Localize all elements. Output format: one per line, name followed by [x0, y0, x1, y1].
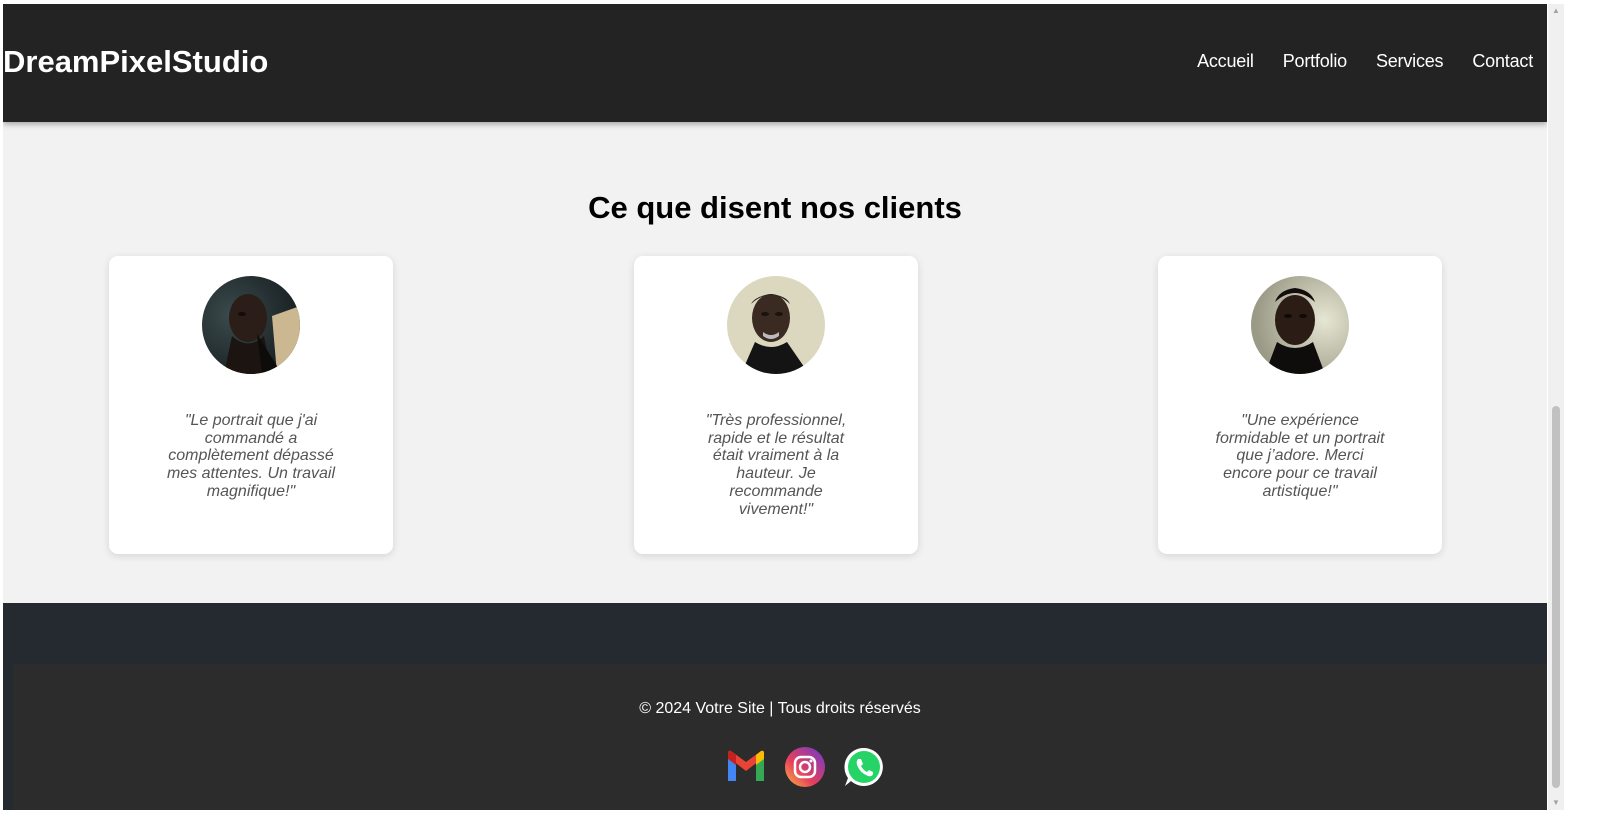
testimonial-quote: "Une expérience formidable et un portrai…: [1215, 412, 1385, 500]
client-avatar: [1251, 276, 1349, 374]
instagram-icon[interactable]: [785, 747, 825, 787]
main-nav: Accueil Portfolio Services Contact: [1197, 50, 1533, 72]
gmail-icon[interactable]: [726, 747, 766, 787]
site-logo[interactable]: DreamPixelStudio: [3, 44, 268, 80]
site-header: DreamPixelStudio Accueil Portfolio Servi…: [3, 4, 1547, 122]
nav-link-services[interactable]: Services: [1376, 50, 1444, 72]
testimonial-quote: "Le portrait que j'ai commandé a complèt…: [166, 412, 336, 500]
nav-link-accueil[interactable]: Accueil: [1197, 50, 1254, 72]
client-avatar: [727, 276, 825, 374]
whatsapp-icon[interactable]: [844, 747, 884, 787]
testimonial-card: "Très professionnel, rapide et le résult…: [634, 256, 918, 554]
page-viewport: DreamPixelStudio Accueil Portfolio Servi…: [3, 4, 1547, 810]
scroll-down-arrow-icon[interactable]: ▼: [1548, 796, 1564, 810]
testimonial-card: "Le portrait que j'ai commandé a complèt…: [109, 256, 393, 554]
scroll-up-arrow-icon[interactable]: ▲: [1548, 4, 1564, 18]
testimonials-title: Ce que disent nos clients: [588, 190, 962, 225]
copyright-text: © 2024 Votre Site | Tous droits réservés: [639, 700, 921, 717]
nav-link-contact[interactable]: Contact: [1472, 50, 1533, 72]
social-links: [726, 747, 884, 787]
testimonial-quote: "Très professionnel, rapide et le résult…: [705, 412, 847, 518]
site-footer: © 2024 Votre Site | Tous droits réservés: [13, 664, 1547, 810]
client-avatar: [202, 276, 300, 374]
nav-link-portfolio[interactable]: Portfolio: [1283, 50, 1347, 72]
scrollbar-thumb[interactable]: [1552, 406, 1560, 788]
page-scrollbar[interactable]: ▲ ▼: [1548, 4, 1564, 810]
testimonial-card: "Une expérience formidable et un portrai…: [1158, 256, 1442, 554]
